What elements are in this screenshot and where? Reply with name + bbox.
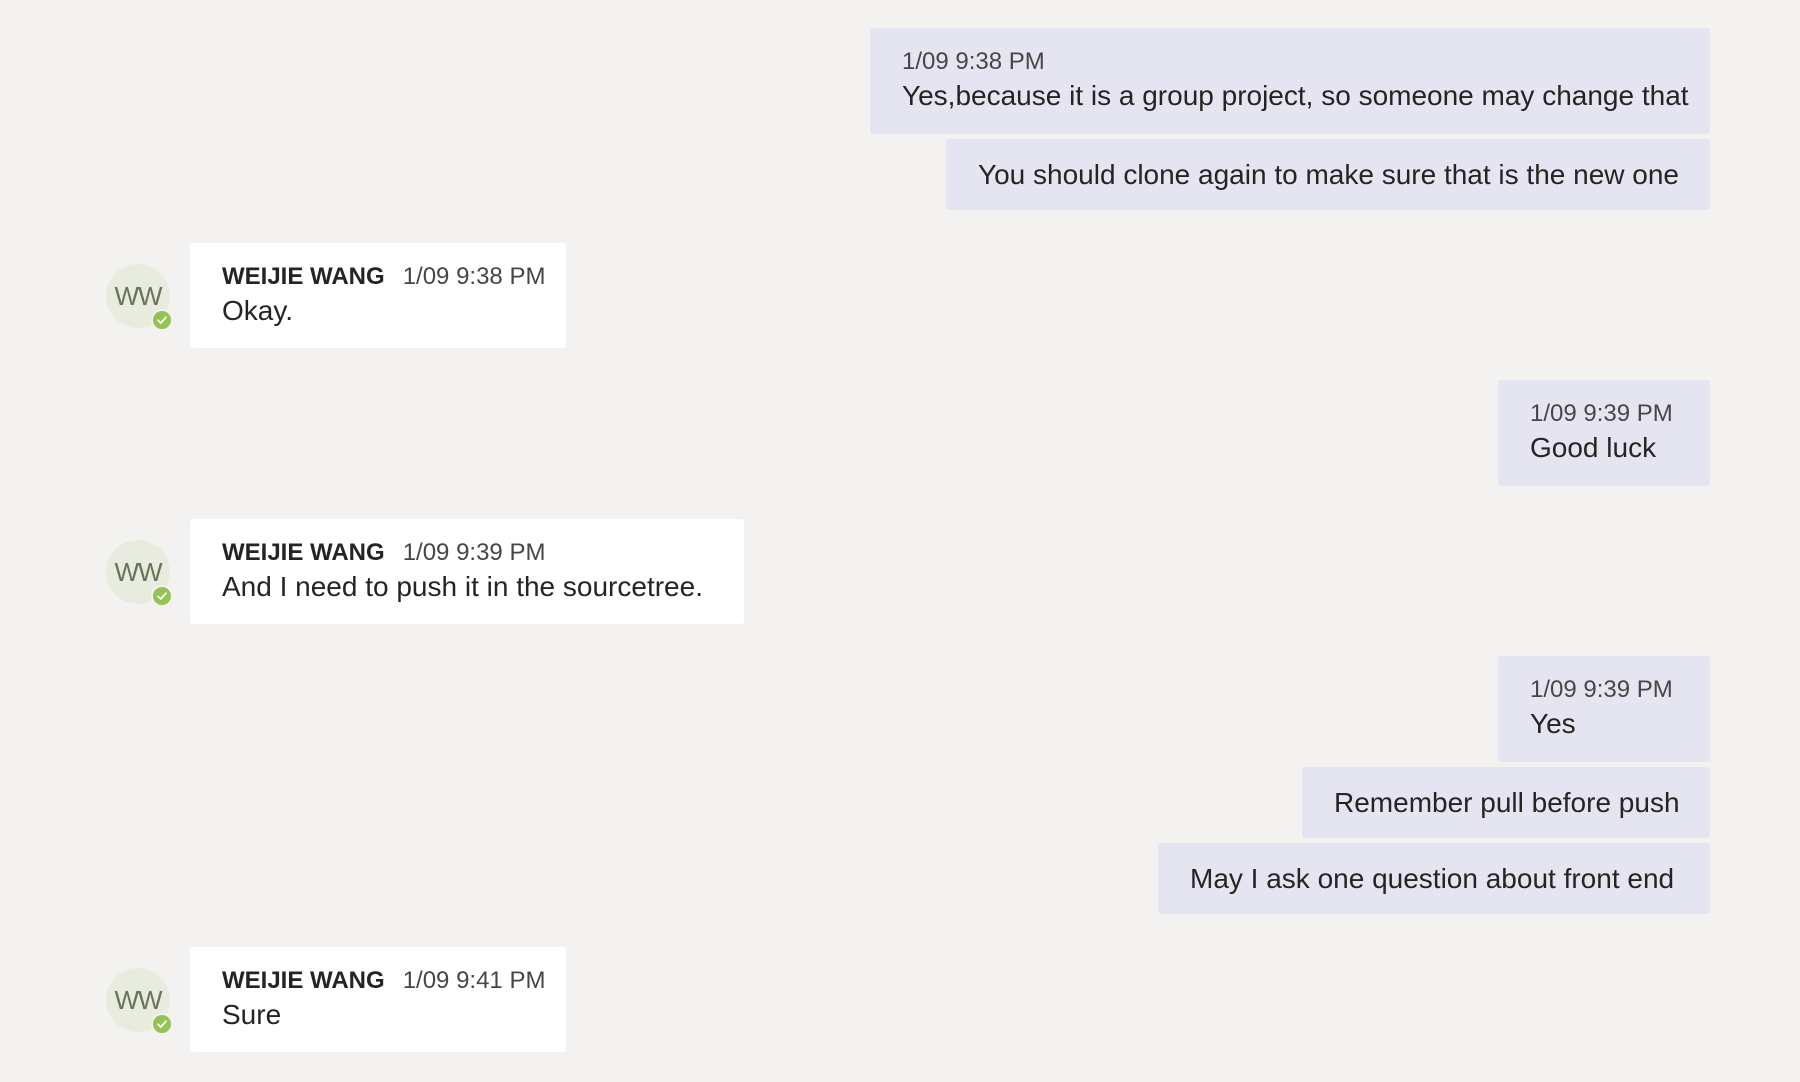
- received-message[interactable]: WEIJIE WANG 1/09 9:41 PM Sure: [190, 947, 566, 1052]
- message-text: And I need to push it in the sourcetree.: [222, 571, 703, 602]
- avatar-initials: WW: [114, 281, 162, 311]
- presence-available-icon: [151, 585, 173, 607]
- message-text: You should clone again to make sure that…: [978, 159, 1679, 190]
- contact-avatar[interactable]: WW: [106, 264, 173, 331]
- received-message[interactable]: WEIJIE WANG 1/09 9:39 PM And I need to pu…: [190, 519, 744, 624]
- check-icon: [157, 1020, 167, 1028]
- sent-message[interactable]: You should clone again to make sure that…: [946, 139, 1710, 210]
- message-text: Sure: [222, 999, 282, 1030]
- message-timestamp: 1/09 9:39 PM: [402, 539, 546, 566]
- message-timestamp: 1/09 9:39 PM: [1530, 676, 1673, 703]
- sent-message[interactable]: 1/09 9:38 PM Yes,because it is a group p…: [870, 28, 1710, 134]
- sent-message[interactable]: 1/09 9:39 PM Yes: [1498, 656, 1710, 762]
- presence-available-icon: [151, 309, 173, 331]
- presence-available-icon: [151, 1013, 173, 1035]
- contact-avatar[interactable]: WW: [106, 968, 173, 1035]
- message-header: WEIJIE WANG 1/09 9:39 PM: [222, 519, 712, 567]
- avatar-initials: WW: [114, 985, 162, 1015]
- message-text: Remember pull before push: [1334, 787, 1680, 818]
- sent-message[interactable]: May I ask one question about front end: [1158, 843, 1710, 914]
- check-icon: [157, 592, 167, 600]
- sent-message[interactable]: 1/09 9:39 PM Good luck: [1498, 380, 1710, 486]
- sender-name: WEIJIE WANG: [222, 263, 385, 290]
- message-text: Yes,because it is a group project, so so…: [902, 80, 1689, 111]
- message-text: Okay.: [222, 295, 294, 326]
- message-timestamp: 1/09 9:38 PM: [402, 263, 546, 290]
- message-timestamp: 1/09 9:41 PM: [402, 967, 546, 994]
- message-text: Good luck: [1530, 432, 1657, 463]
- check-icon: [157, 316, 167, 324]
- message-header: WEIJIE WANG 1/09 9:38 PM: [222, 243, 545, 291]
- message-header: WEIJIE WANG 1/09 9:41 PM: [222, 947, 545, 995]
- message-timestamp: 1/09 9:39 PM: [1530, 400, 1673, 427]
- message-timestamp: 1/09 9:38 PM: [902, 48, 1045, 75]
- sender-name: WEIJIE WANG: [222, 967, 385, 994]
- message-text: Yes: [1530, 708, 1576, 739]
- avatar-initials: WW: [114, 557, 162, 587]
- sender-name: WEIJIE WANG: [222, 539, 385, 566]
- message-text: May I ask one question about front end: [1190, 863, 1675, 894]
- contact-avatar[interactable]: WW: [106, 540, 173, 607]
- chat-thread: 1/09 9:38 PM Yes,because it is a group p…: [0, 0, 1800, 1082]
- received-message[interactable]: WEIJIE WANG 1/09 9:38 PM Okay.: [190, 243, 566, 348]
- sent-message[interactable]: Remember pull before push: [1302, 767, 1710, 838]
